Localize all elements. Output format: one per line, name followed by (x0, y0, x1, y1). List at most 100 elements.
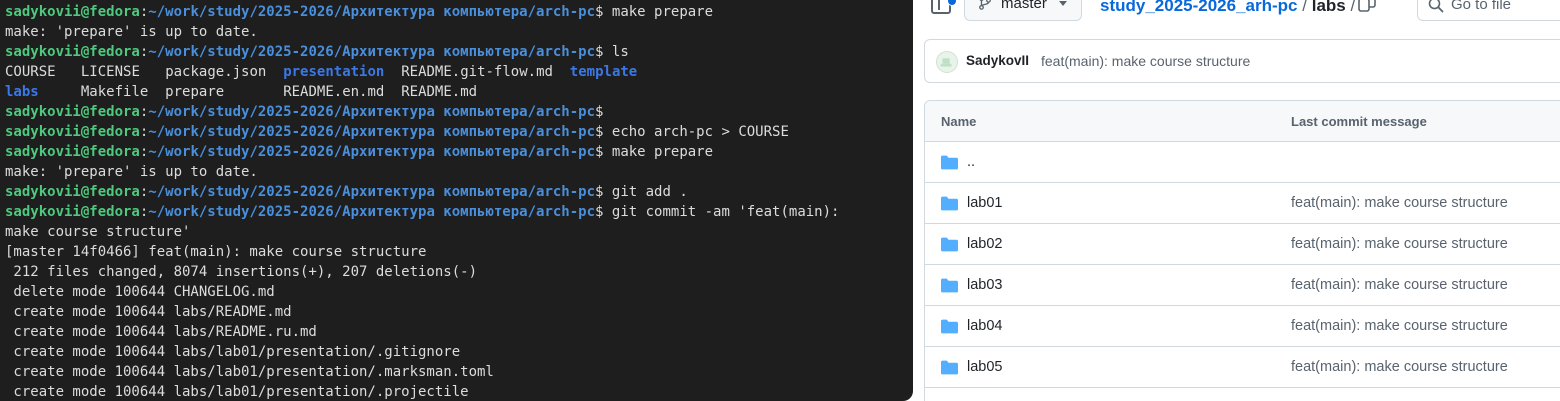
column-header-name: Name (941, 114, 977, 129)
breadcrumb-separator: / (1302, 0, 1307, 15)
terminal-output-line: make course structure' (5, 222, 913, 242)
ls-spacing (148, 84, 165, 100)
output-text: create mode 100644 labs/README.ru.md (5, 324, 317, 340)
file-name-link[interactable]: lab03 (967, 277, 1002, 293)
caret-down-icon (1059, 1, 1067, 6)
prompt-user-host: sadykovii@fedora (5, 104, 140, 120)
output-text: delete mode 100644 CHANGELOG.md (5, 284, 275, 300)
terminal-command-line: sadykovii@fedora:~/work/study/2025-2026/… (5, 42, 913, 62)
ls-spacing (477, 84, 570, 100)
file-name-link[interactable]: lab04 (967, 318, 1002, 334)
file-commit-message-link[interactable]: feat(main): make course structure (1291, 359, 1508, 375)
ls-file-entry: package.json (165, 64, 267, 80)
prompt-path: ~/work/study/2025-2026/Архитектура компь… (148, 204, 596, 220)
terminal-output-line: create mode 100644 labs/lab01/presentati… (5, 342, 913, 362)
prompt-user-host: sadykovii@fedora (5, 4, 140, 20)
terminal-output-line: make: 'prepare' is up to date. (5, 22, 913, 42)
ls-file-entry: README.git-flow.md (401, 64, 553, 80)
go-to-file-input[interactable]: Go to file (1417, 0, 1560, 21)
table-header: Name Last commit message (925, 101, 1560, 142)
file-commit-message-link[interactable]: feat(main): make course structure (1291, 277, 1508, 293)
ls-spacing (384, 64, 401, 80)
terminal-ls-line: COURSE LICENSE package.json presentation… (5, 62, 913, 82)
prompt-user-host: sadykovii@fedora (5, 144, 140, 160)
breadcrumb-repo-link[interactable]: study_2025-2026_arh-pc (1100, 0, 1298, 15)
commit-author-link[interactable]: SadykovII (966, 53, 1029, 68)
table-row[interactable]: lab02 feat(main): make course structure (925, 224, 1560, 265)
breadcrumb-current-folder: labs (1311, 0, 1346, 15)
ls-spacing (224, 84, 283, 100)
command-text: make prepare (603, 144, 714, 160)
prompt-user-host: sadykovii@fedora (5, 204, 140, 220)
ls-spacing (39, 84, 81, 100)
output-text: [master 14f0466] feat(main): make course… (5, 244, 427, 260)
folder-icon (941, 319, 958, 334)
table-row[interactable]: lab04 feat(main): make course structure (925, 306, 1560, 347)
ls-file-entry: README.md (401, 84, 478, 100)
terminal-output-line: make: 'prepare' is up to date. (5, 162, 913, 182)
terminal-command-line: sadykovii@fedora:~/work/study/2025-2026/… (5, 102, 913, 122)
terminal-output-line: create mode 100644 labs/README.ru.md (5, 322, 913, 342)
prompt-dollar: $ (595, 104, 604, 120)
file-name-link[interactable]: lab05 (967, 359, 1002, 375)
avatar[interactable] (936, 51, 958, 73)
file-name-link[interactable]: lab02 (967, 236, 1002, 252)
ls-file-entry: Makefile (80, 84, 149, 100)
ls-directory-entry: labs (5, 84, 39, 100)
prompt-path: ~/work/study/2025-2026/Архитектура компь… (148, 4, 596, 20)
folder-icon (941, 237, 958, 252)
terminal-command-line: sadykovii@fedora:~/work/study/2025-2026/… (5, 142, 913, 162)
prompt-path: ~/work/study/2025-2026/Архитектура компь… (148, 144, 596, 160)
github-file-browser: master study_2025-2026_arh-pc / labs / G… (913, 0, 1560, 401)
folder-icon (941, 360, 958, 375)
prompt-user-host: sadykovii@fedora (5, 124, 140, 140)
file-name-link[interactable]: .. (967, 154, 975, 170)
command-text: echo arch-pc > COURSE (603, 124, 789, 140)
command-text: ls (603, 44, 629, 60)
ls-file-entry: prepare (165, 84, 225, 100)
command-text: git add . (603, 184, 688, 200)
terminal-output-line: [master 14f0466] feat(main): make course… (5, 242, 913, 262)
prompt-path: ~/work/study/2025-2026/Архитектура компь… (148, 184, 596, 200)
output-text: 212 files changed, 8074 insertions(+), 2… (5, 264, 478, 280)
output-text: make: 'prepare' is up to date. (5, 164, 258, 180)
ls-file-entry: LICENSE (80, 64, 140, 80)
ls-spacing (140, 64, 165, 80)
output-text: create mode 100644 labs/lab01/presentati… (5, 384, 469, 400)
ls-directory-entry: presentation (283, 64, 385, 80)
breadcrumb: study_2025-2026_arh-pc / labs / (1100, 0, 1355, 16)
ls-spacing (553, 64, 570, 80)
prompt-path: ~/work/study/2025-2026/Архитектура компь… (148, 44, 596, 60)
latest-commit-bar: SadykovII feat(main): make course struct… (924, 39, 1560, 83)
folder-icon (941, 155, 958, 170)
file-commit-message-link[interactable]: feat(main): make course structure (1291, 236, 1508, 252)
terminal-output-line: create mode 100644 labs/lab01/presentati… (5, 382, 913, 401)
table-row[interactable]: lab03 feat(main): make course structure (925, 265, 1560, 306)
table-row[interactable]: lab01 feat(main): make course structure (925, 183, 1560, 224)
file-table: Name Last commit message .. lab01 feat(mai… (924, 100, 1560, 401)
file-commit-message-link[interactable]: feat(main): make course structure (1291, 195, 1508, 211)
git-branch-icon (979, 0, 991, 10)
folder-icon (941, 278, 958, 293)
go-to-file-placeholder: Go to file (1451, 0, 1512, 13)
prompt-path: ~/work/study/2025-2026/Архитектура компь… (148, 124, 596, 140)
terminal-command-line: sadykovii@fedora:~/work/study/2025-2026/… (5, 182, 913, 202)
ls-spacing (56, 64, 81, 80)
output-text: create mode 100644 labs/lab01/presentati… (5, 344, 461, 360)
output-text: create mode 100644 labs/lab01/presentati… (5, 364, 494, 380)
table-row[interactable]: lab05 feat(main): make course structure (925, 347, 1560, 388)
terminal-window[interactable]: sadykovii@fedora:~/work/study/2025-2026/… (0, 0, 913, 401)
terminal-command-line: sadykovii@fedora:~/work/study/2025-2026/… (5, 202, 913, 222)
branch-selector-button[interactable]: master (964, 0, 1082, 21)
terminal-output-line: delete mode 100644 CHANGELOG.md (5, 282, 913, 302)
file-commit-message-link[interactable]: feat(main): make course structure (1291, 318, 1508, 334)
prompt-user-host: sadykovii@fedora (5, 44, 140, 60)
copy-icon[interactable] (1358, 0, 1376, 14)
terminal-ls-line: labs Makefile prepare README.en.md READM… (5, 82, 913, 102)
commit-message-link[interactable]: feat(main): make course structure (1041, 53, 1250, 69)
file-name-link[interactable]: lab01 (967, 195, 1002, 211)
folder-icon (941, 196, 958, 211)
search-icon (1428, 0, 1444, 13)
table-row[interactable]: .. (925, 142, 1560, 183)
terminal-command-line: sadykovii@fedora:~/work/study/2025-2026/… (5, 122, 913, 142)
